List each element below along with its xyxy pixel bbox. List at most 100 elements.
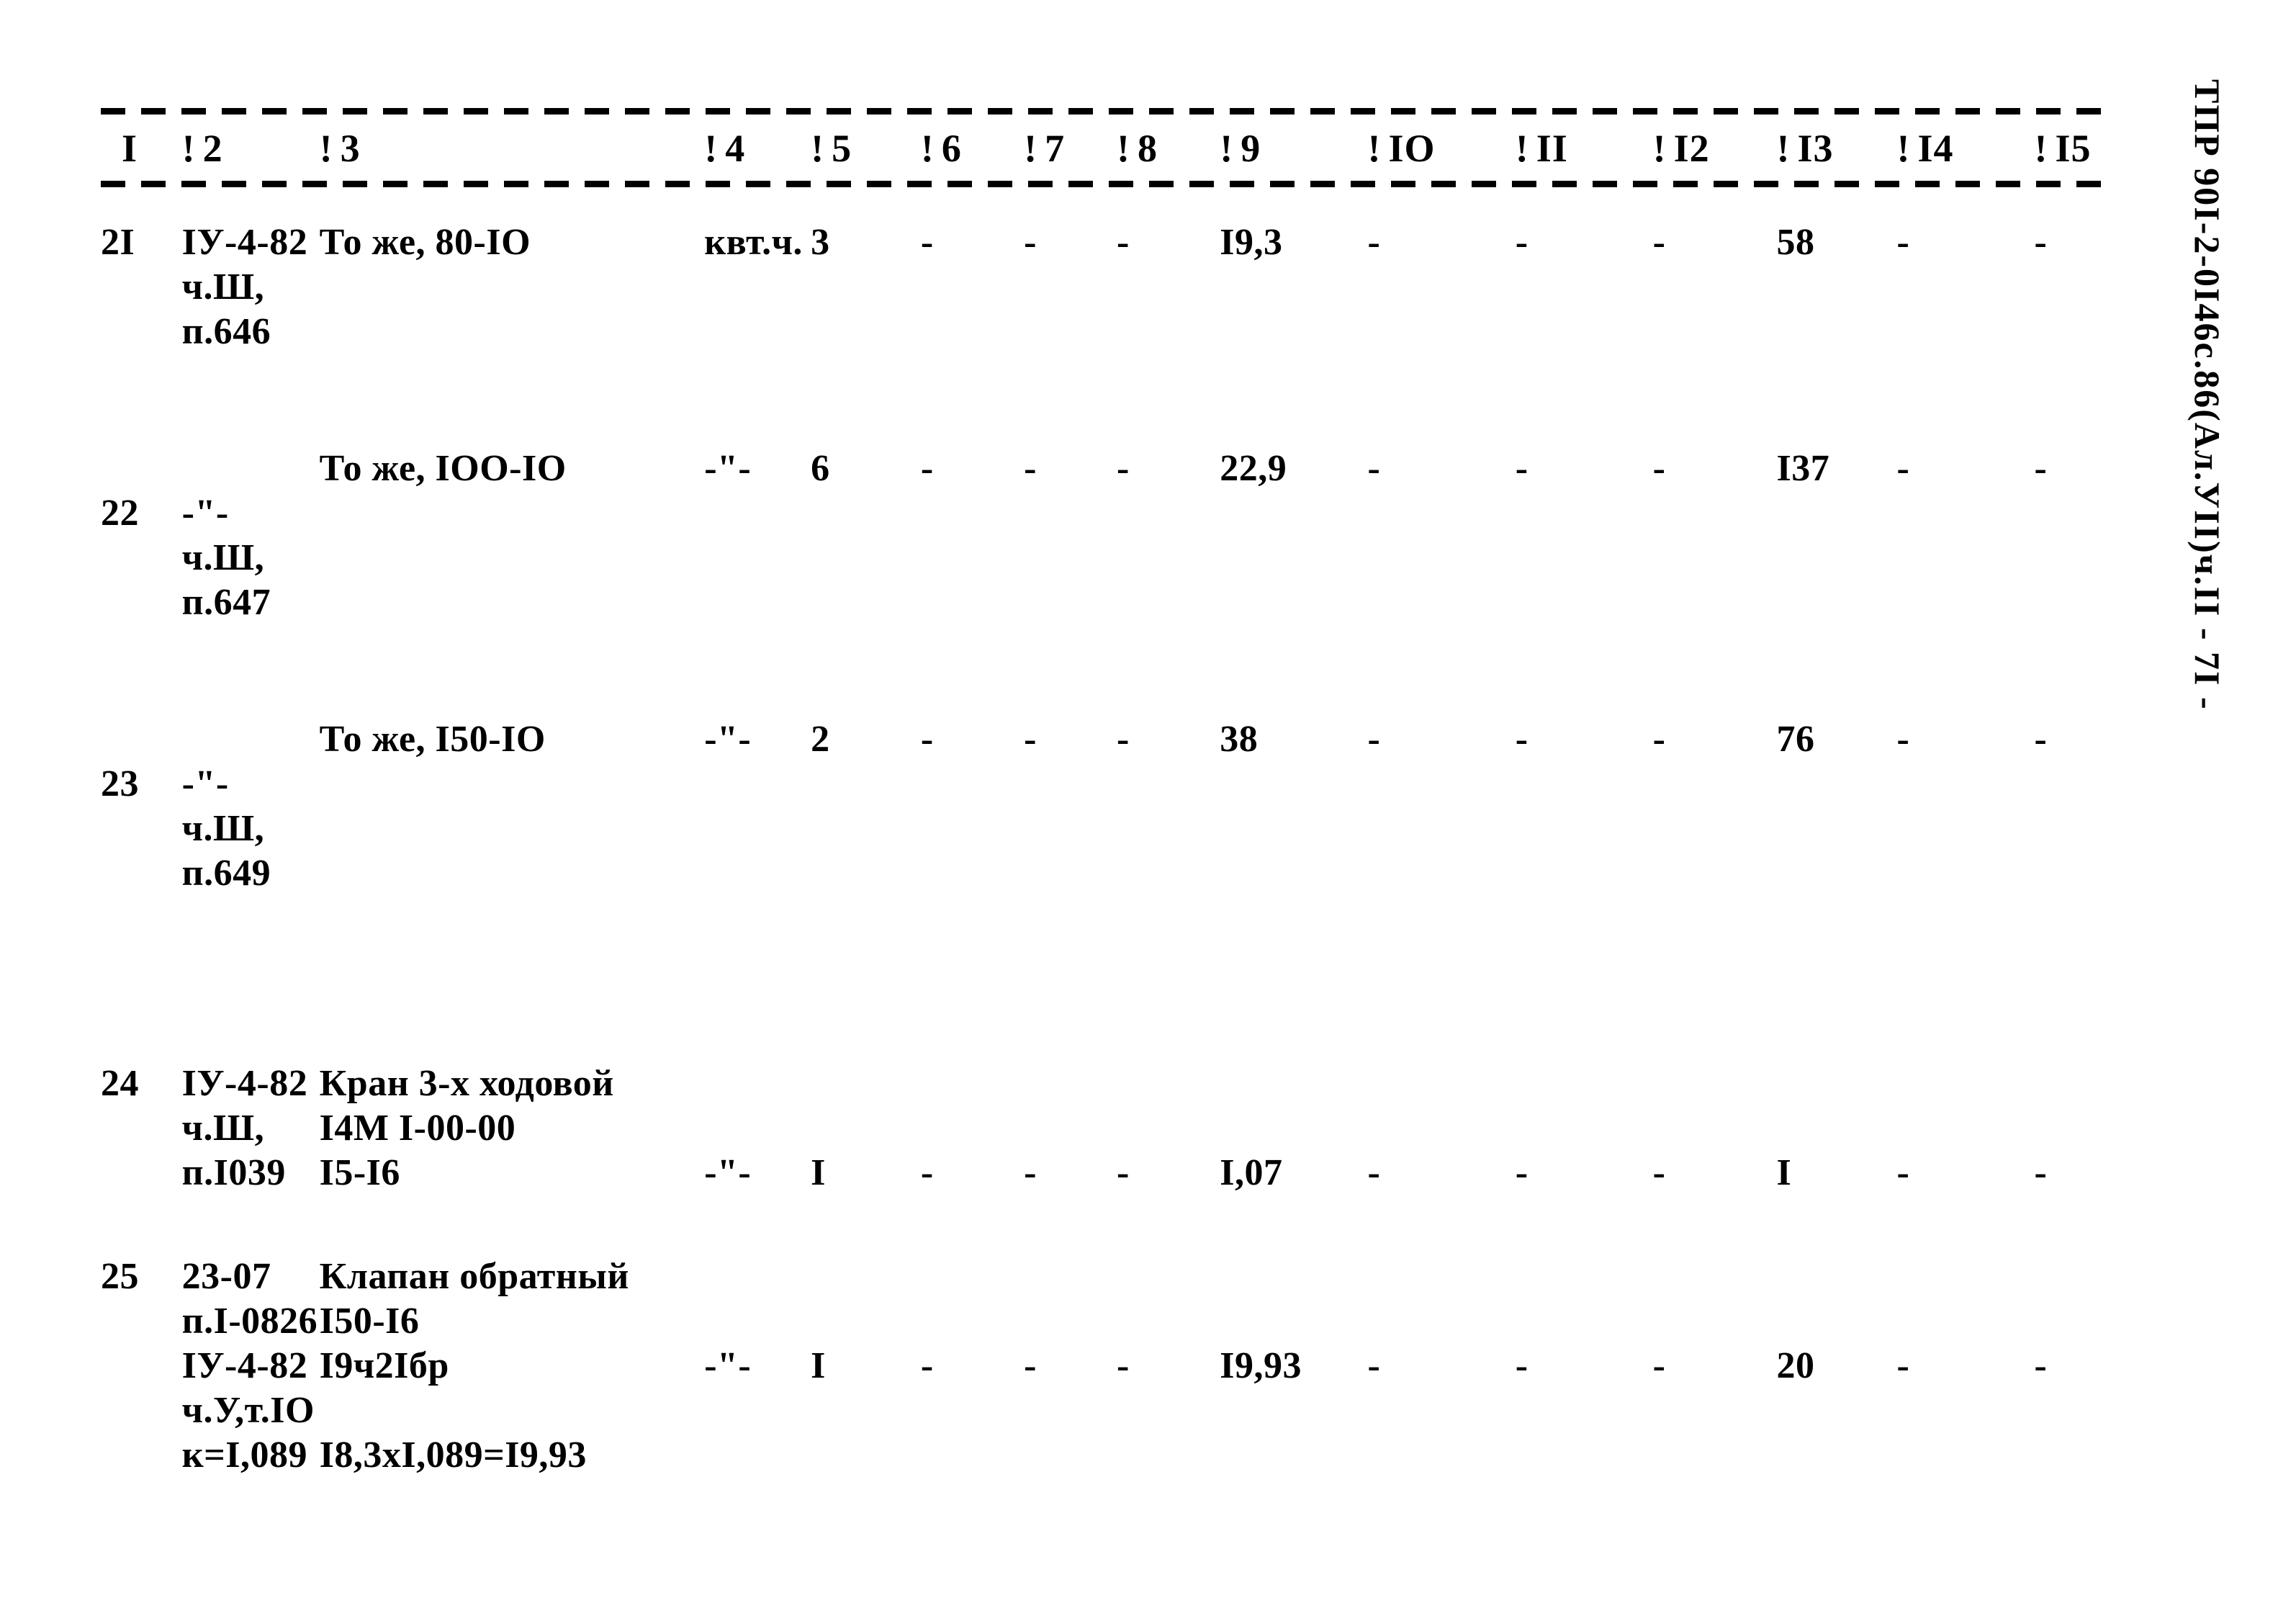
header-separator: ! [1367,127,1382,170]
row-col11: - [1515,448,1529,489]
row-col9: 38 [1220,719,1259,760]
column-header-label: IO [1388,127,1436,170]
row-col11: - [1515,719,1529,760]
column-header-4: ! 4 [704,126,811,171]
table-top-rule [101,108,2117,115]
column-header-label: 8 [1137,127,1158,170]
side-document-stamp: ТПР 90I-2-0I46с.86(Ал.УII)ч.II - 7I - [2187,79,2228,711]
row-col7: - [1024,1345,1037,1386]
row-col12: - [1652,719,1666,760]
row-unit: квт.ч. [704,222,803,263]
header-separator: ! [1117,127,1130,170]
row-col7: - [1024,222,1037,263]
header-separator: ! [704,127,719,170]
row-col10: - [1367,1152,1381,1193]
column-header-13: ! I3 [1776,126,1896,171]
row-quantity: 3 [811,222,830,263]
row-col13: I37 [1776,448,1830,489]
row-quantity: I [811,1345,826,1386]
row-col10: - [1367,1345,1381,1386]
header-separator: ! [920,127,935,170]
row-col13: I [1776,1152,1792,1193]
row-col10: - [1367,222,1381,263]
row-col6: - [920,719,934,760]
row-col11: - [1515,222,1529,263]
row-quantity: 6 [811,448,830,489]
row-quantity: 2 [811,719,830,760]
row-col9: I9,93 [1220,1345,1302,1386]
table-header-row: ! I ! 2 ! 3 ! 4 ! 5 ! 6 [101,126,2117,171]
row-quantity: I [811,1152,826,1193]
column-header-label: 4 [725,127,746,170]
column-header-label: 9 [1241,127,1261,170]
specification-table: ! I ! 2 ! 3 ! 4 ! 5 ! 6 [101,108,2117,1478]
row-col10: - [1367,448,1381,489]
row-unit: -"- [704,1345,752,1386]
row-col8: - [1117,1152,1130,1193]
column-header-6: ! 6 [921,126,1024,171]
row-col12: - [1652,448,1666,489]
table-body: 2I ІУ-4-82 ч.Ш, п.646 То же, 80-IO квт.ч… [101,220,2117,1478]
column-header-10: ! IO [1367,126,1515,171]
column-header-1: ! I [101,126,182,171]
row-col11: - [1515,1345,1529,1386]
row-col15: - [2034,222,2048,263]
row-col13: 76 [1776,719,1815,760]
header-separator: ! [1652,127,1667,170]
column-header-label: I4 [1917,127,1954,170]
row-name: То же, 80-IO [319,222,531,263]
row-code: ІУ-4-82 ч.Ш, п.I039 [181,1063,308,1193]
row-unit: -"- [704,719,752,760]
header-separator: ! [1515,127,1529,170]
row-name: То же, I50-IO [319,719,546,760]
row-col10: - [1367,719,1381,760]
header-separator: ! [811,127,825,170]
row-name: Кран 3-х ходовой I4М I-00-00 I5-I6 [319,1063,614,1193]
row-col6: - [920,1152,934,1193]
row-col9: 22,9 [1220,448,1287,489]
row-col12: - [1652,1152,1666,1193]
column-header-label: 6 [941,127,962,170]
row-number: 2I [101,222,135,263]
row-col8: - [1117,448,1130,489]
header-separator: ! [319,127,333,170]
row-number: 24 [101,1063,139,1104]
column-header-12: ! I2 [1653,126,1777,171]
row-col6: - [920,448,934,489]
column-header-label: I3 [1797,127,1834,170]
row-number: 25 [101,1256,139,1297]
header-separator: ! [181,127,196,170]
column-header-3: ! 3 [320,126,705,171]
table-row: 24 ІУ-4-82 ч.Ш, п.I039 Кран 3-х ходовой … [101,1061,2117,1195]
row-col6: - [920,1345,934,1386]
table-row: 22 -"- ч.Ш, п.647 То же, IOO-IO -"- 6 - … [101,446,2117,625]
row-col7: - [1024,448,1037,489]
row-col14: - [1896,222,1910,263]
row-code: ІУ-4-82 ч.Ш, п.646 [181,222,308,352]
column-header-11: ! II [1516,126,1653,171]
row-unit: -"- [704,1152,752,1193]
column-header-9: ! 9 [1220,126,1367,171]
row-col9: I9,3 [1220,222,1283,263]
column-header-label: 3 [340,127,361,170]
row-col8: - [1117,719,1130,760]
row-col8: - [1117,222,1130,263]
column-header-14: ! I4 [1897,126,2035,171]
row-col14: - [1896,719,1910,760]
table-row: 2I ІУ-4-82 ч.Ш, п.646 То же, 80-IO квт.ч… [101,220,2117,354]
row-name: То же, IOO-IO [319,448,567,489]
row-col12: - [1652,1345,1666,1386]
row-code: -"- ч.Ш, п.647 [181,493,271,623]
row-col15: - [2034,1345,2048,1386]
column-header-label: 2 [202,127,223,170]
row-code: 23-07 п.I-0826 ІУ-4-82 ч.У,т.IO к=I,089 [181,1256,318,1476]
column-header-label: II [1536,127,1568,170]
column-header-label: I [121,127,138,170]
column-header-5: ! 5 [811,126,921,171]
row-name: Клапан обратный I50-I6 I9ч2Iбр I8,3хI,08… [319,1256,629,1476]
column-header-15: ! I5 [2034,126,2117,171]
column-header-label: I2 [1673,127,1710,170]
row-col8: - [1117,1345,1130,1386]
column-header-8: ! 8 [1117,126,1220,171]
row-col15: - [2034,1152,2048,1193]
